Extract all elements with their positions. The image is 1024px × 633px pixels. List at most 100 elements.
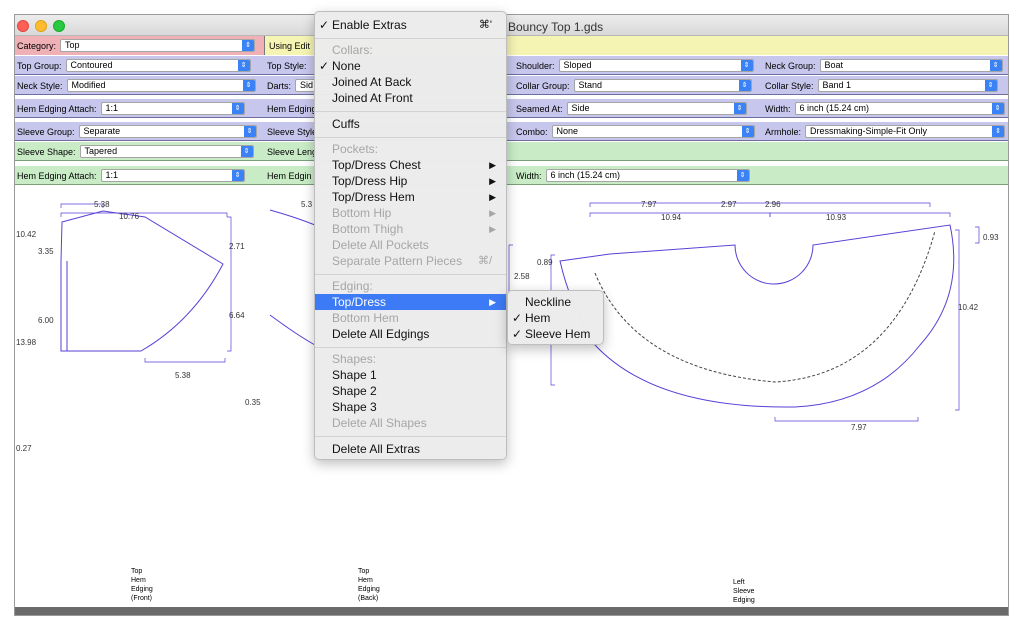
chevron-updown-icon: ⇕ [231, 170, 244, 181]
sleeve-shape-row: Sleeve Shape: Tapered ⇕ Sleeve Leng [15, 142, 1008, 161]
using-edit-field: Using Edit [269, 39, 310, 52]
collar-group-label: Collar Group: [516, 80, 570, 91]
width-value: 6 inch (15.24 cm) [799, 103, 870, 113]
menu-item-shape-3[interactable]: Shape 3 [315, 399, 506, 415]
menu-item-bottom-hip[interactable]: Bottom Hip ▶ [315, 205, 506, 221]
menu-item-delete-shapes[interactable]: Delete All Shapes [315, 415, 506, 431]
caption-back: Top Hem Edging (Back) [358, 567, 380, 603]
dim-label: 2.58 [514, 272, 530, 281]
width-select[interactable]: 6 inch (15.24 cm) ⇕ [794, 102, 1005, 115]
dim-label: 0.89 [537, 258, 553, 267]
chevron-updown-icon: ⇕ [243, 126, 256, 137]
hem-edging-attach-label: Hem Edging Attach: [17, 103, 97, 114]
armhole-select[interactable]: Dressmaking-Simple-Fit Only ⇕ [805, 125, 1006, 138]
width-label: Width: [765, 103, 791, 114]
neck-style-field: Neck Style: Modified ⇕ [17, 79, 256, 92]
menu-item-edging-top-dress[interactable]: Top/Dress ▶ [315, 294, 506, 310]
armhole-value: Dressmaking-Simple-Fit Only [810, 126, 928, 136]
caption-line: Edging [733, 597, 755, 604]
bottom-scrollbar[interactable] [15, 607, 1008, 615]
submenu-item-sleeve-hem[interactable]: ✓ Sleeve Hem [508, 326, 603, 342]
chevron-updown-icon: ⇕ [989, 60, 1002, 71]
menu-item-label: Separate Pattern Pieces [332, 254, 463, 268]
dim-label: 7.97 [641, 200, 657, 209]
dim-label: 2.96 [765, 200, 781, 209]
menu-item-joined-back[interactable]: Joined At Back [315, 74, 506, 90]
submenu-item-hem[interactable]: ✓ Hem [508, 310, 603, 326]
menu-item-label: Top/Dress [332, 295, 387, 309]
sleeve-group-select[interactable]: Separate ⇕ [78, 125, 257, 138]
hem-edging-attach-select[interactable]: 1:1 ⇕ [100, 102, 245, 115]
dim-label: 0.35 [245, 398, 261, 407]
submenu-arrow-icon: ▶ [489, 297, 496, 307]
caption-line: (Front) [131, 595, 152, 602]
neck-style-value: Modified [71, 80, 106, 90]
seamed-at-select[interactable]: Side ⇕ [566, 102, 747, 115]
neck-style-select[interactable]: Modified ⇕ [66, 79, 256, 92]
category-value: Top [65, 40, 80, 50]
submenu-item-neckline[interactable]: Neckline [508, 294, 603, 310]
category-select[interactable]: Top ⇕ [60, 39, 256, 52]
collar-style-label: Collar Style: [765, 80, 814, 91]
menu-item-label: Top/Dress Chest [332, 158, 421, 172]
chevron-updown-icon: ⇕ [242, 80, 255, 91]
dim-line [227, 216, 232, 352]
menu-item-top-hip[interactable]: Top/Dress Hip ▶ [315, 173, 506, 189]
sleeve-hem-edging-field: Hem Edgin [267, 169, 316, 182]
chevron-updown-icon: ⇕ [242, 40, 255, 51]
menu-item-shape-2[interactable]: Shape 2 [315, 383, 506, 399]
checkmark-icon: ✓ [319, 18, 330, 32]
hem-edging-field: Hem Edging [267, 102, 321, 115]
dim-label: 0.93 [983, 233, 999, 242]
dim-label: 2.97 [721, 200, 737, 209]
caption-line: Left [733, 579, 745, 586]
category-segment: Category: Top ⇕ [15, 36, 265, 55]
collar-style-select[interactable]: Band 1 ⇕ [817, 79, 998, 92]
top-group-select[interactable]: Contoured ⇕ [65, 59, 251, 72]
minimize-button[interactable] [35, 20, 47, 32]
menu-item-cuffs[interactable]: Cuffs [315, 116, 506, 132]
menu-item-shape-1[interactable]: Shape 1 [315, 367, 506, 383]
sleeve-group-label: Sleeve Group: [17, 126, 75, 137]
collar-group-select[interactable]: Stand ⇕ [573, 79, 752, 92]
menu-item-top-chest[interactable]: Top/Dress Chest ▶ [315, 157, 506, 173]
menu-item-delete-edgings[interactable]: Delete All Edgings [315, 326, 506, 342]
sleeve-hem-edging-piece [559, 224, 955, 408]
neck-style-row: Neck Style: Modified ⇕ Darts: Sid Collar … [15, 76, 1008, 95]
sleeve-group-row: Sleeve Group: Separate ⇕ Sleeve Style Com… [15, 122, 1008, 141]
sleeve-shape-select[interactable]: Tapered ⇕ [79, 145, 254, 158]
menu-separator [315, 137, 506, 138]
sleeve-hem-attach-select[interactable]: 1:1 ⇕ [100, 169, 245, 182]
menu-item-top-hem[interactable]: Top/Dress Hem ▶ [315, 189, 506, 205]
extras-menu: ✓ Enable Extras ⌘' Collars: ✓ None Joined A… [314, 11, 507, 460]
dim-line [975, 226, 980, 244]
zoom-button[interactable] [53, 20, 65, 32]
neck-group-label: Neck Group: [765, 60, 816, 71]
close-button[interactable] [17, 20, 29, 32]
dim-label: 0.27 [16, 444, 32, 453]
menu-item-bottom-hem[interactable]: Bottom Hem [315, 310, 506, 326]
combo-select[interactable]: None ⇕ [551, 125, 755, 138]
collar-style-field: Collar Style: Band 1 ⇕ [765, 79, 998, 92]
shoulder-select[interactable]: Sloped ⇕ [558, 59, 754, 72]
sleeve-width-label: Width: [516, 170, 542, 181]
menu-item-bottom-thigh[interactable]: Bottom Thigh ▶ [315, 221, 506, 237]
chevron-updown-icon: ⇕ [992, 126, 1005, 137]
neck-group-select[interactable]: Boat ⇕ [819, 59, 1003, 72]
sleeve-shape-value: Tapered [84, 146, 118, 156]
sleeve-width-select[interactable]: 6 inch (15.24 cm) ⇕ [545, 169, 750, 182]
chevron-updown-icon: ⇕ [741, 126, 754, 137]
menu-item-none[interactable]: ✓ None [315, 58, 506, 74]
combo-field: Combo: None ⇕ [516, 125, 755, 138]
menu-item-delete-extras[interactable]: Delete All Extras [315, 441, 506, 457]
menu-item-enable-extras[interactable]: ✓ Enable Extras ⌘' [315, 17, 506, 33]
menu-item-delete-pockets[interactable]: Delete All Pockets [315, 237, 506, 253]
dim-label: 13.98 [16, 338, 37, 347]
shortcut-label: ⌘/ [477, 255, 492, 267]
dim-line [769, 212, 951, 217]
pattern-drawing-canvas[interactable]: 5.38 10.76 10.42 3.35 6.00 13.98 2.71 6.… [15, 195, 1009, 605]
dim-label: 10.42 [16, 230, 37, 239]
dim-label: 10.76 [119, 212, 140, 221]
menu-item-separate-pieces[interactable]: Separate Pattern Pieces ⌘/ [315, 253, 506, 269]
menu-item-joined-front[interactable]: Joined At Front [315, 90, 506, 106]
